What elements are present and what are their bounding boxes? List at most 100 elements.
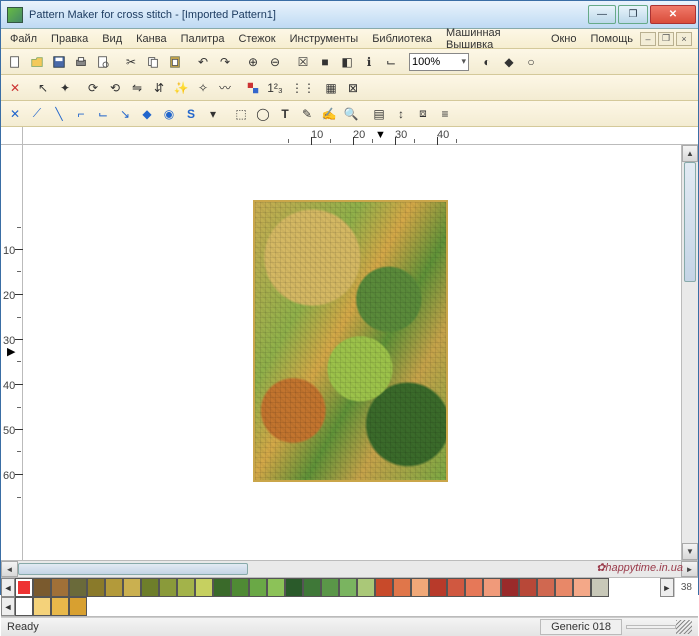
- minimize-button[interactable]: —: [588, 5, 616, 24]
- arrow-down-icon[interactable]: ↘: [115, 104, 135, 124]
- menu-palette[interactable]: Палитра: [174, 31, 232, 47]
- color-swatch[interactable]: [555, 578, 573, 597]
- color-swatch[interactable]: [447, 578, 465, 597]
- text-tool-icon[interactable]: T: [275, 104, 295, 124]
- grid-toggle-icon[interactable]: ▦: [321, 78, 341, 98]
- layout-d-icon[interactable]: ≡: [435, 104, 455, 124]
- layout-c-icon[interactable]: ⧈: [413, 104, 433, 124]
- cut-button[interactable]: ✂: [121, 52, 141, 72]
- color-swatch[interactable]: [213, 578, 231, 597]
- undo-button[interactable]: ↶: [193, 52, 213, 72]
- zoom-combo[interactable]: 100%: [409, 53, 469, 71]
- menu-stitch[interactable]: Стежок: [231, 31, 282, 47]
- tool-a-icon[interactable]: ◐: [477, 52, 497, 72]
- scroll-right-button[interactable]: ►: [681, 561, 698, 577]
- color-swatch[interactable]: [177, 578, 195, 597]
- quarter-icon[interactable]: ⌐: [71, 104, 91, 124]
- color-swatch[interactable]: [519, 578, 537, 597]
- redo-button[interactable]: ↷: [215, 52, 235, 72]
- scroll-track[interactable]: [18, 561, 681, 577]
- layout-a-icon[interactable]: ▤: [369, 104, 389, 124]
- sparkle2-icon[interactable]: ✧: [193, 78, 213, 98]
- color-swatch[interactable]: [591, 578, 609, 597]
- color-swatch[interactable]: [141, 578, 159, 597]
- french-knot-icon[interactable]: ◆: [137, 104, 157, 124]
- menu-window[interactable]: Окно: [544, 31, 584, 47]
- flip-v-icon[interactable]: ⇵: [149, 78, 169, 98]
- mdi-minimize-button[interactable]: –: [640, 32, 656, 46]
- menu-edit[interactable]: Правка: [44, 31, 95, 47]
- color-swatch[interactable]: [303, 578, 321, 597]
- color-swatch[interactable]: [411, 578, 429, 597]
- save-button[interactable]: [49, 52, 69, 72]
- new-button[interactable]: [5, 52, 25, 72]
- color-swatch[interactable]: [465, 578, 483, 597]
- color-swatch[interactable]: [15, 597, 33, 616]
- color-swatch[interactable]: [105, 578, 123, 597]
- color-swatch[interactable]: [33, 578, 51, 597]
- mdi-close-button[interactable]: ×: [676, 32, 692, 46]
- color-swatch[interactable]: [429, 578, 447, 597]
- color-swatch[interactable]: [231, 578, 249, 597]
- vertical-scrollbar[interactable]: ▲ ▼: [681, 145, 698, 560]
- copy-button[interactable]: [143, 52, 163, 72]
- color-swatch[interactable]: [285, 578, 303, 597]
- color-swatch[interactable]: [483, 578, 501, 597]
- color-swatch[interactable]: [69, 597, 87, 616]
- menu-tools[interactable]: Инструменты: [283, 31, 366, 47]
- print-preview-button[interactable]: [93, 52, 113, 72]
- layout-b-icon[interactable]: ↕: [391, 104, 411, 124]
- sparkle-icon[interactable]: ✨: [171, 78, 191, 98]
- color-swatch[interactable]: [375, 578, 393, 597]
- scroll-down-button[interactable]: ▼: [682, 543, 698, 560]
- magnify-icon[interactable]: 🔍: [341, 104, 361, 124]
- scroll-thumb[interactable]: [684, 162, 696, 282]
- color-swatch[interactable]: [393, 578, 411, 597]
- grid-dots-icon[interactable]: ⋮⋮: [293, 78, 313, 98]
- palette-prev-button[interactable]: ◄: [1, 578, 15, 597]
- rotate-ccw-icon[interactable]: ⟲: [105, 78, 125, 98]
- print-button[interactable]: [71, 52, 91, 72]
- menu-help[interactable]: Помощь: [584, 31, 641, 47]
- pencil-icon[interactable]: ✎: [297, 104, 317, 124]
- color-swatch[interactable]: [573, 578, 591, 597]
- color-sample-icon[interactable]: [243, 78, 263, 98]
- color-swatch[interactable]: [267, 578, 285, 597]
- color-swatch[interactable]: [501, 578, 519, 597]
- select-rect-icon[interactable]: ⬚: [231, 104, 251, 124]
- color-swatch[interactable]: [159, 578, 177, 597]
- menu-library[interactable]: Библиотека: [365, 31, 439, 47]
- canvas[interactable]: [23, 145, 681, 560]
- zoom-in-button[interactable]: ⊕: [243, 52, 263, 72]
- menu-file[interactable]: Файл: [3, 31, 44, 47]
- backstitch-icon[interactable]: ╲: [49, 104, 69, 124]
- color-swatch[interactable]: [15, 578, 33, 597]
- menu-view[interactable]: Вид: [95, 31, 129, 47]
- special-stitch-icon[interactable]: S: [181, 104, 201, 124]
- wave-icon[interactable]: 〰: [215, 78, 235, 98]
- three-quarter-icon[interactable]: ⌙: [93, 104, 113, 124]
- palette-prev-button[interactable]: ◄: [1, 597, 15, 616]
- maximize-button[interactable]: ❐: [618, 5, 648, 24]
- mdi-restore-button[interactable]: ❐: [658, 32, 674, 46]
- menu-machine[interactable]: Машинная Вышивка: [439, 25, 544, 53]
- paste-button[interactable]: [165, 52, 185, 72]
- menu-canvas[interactable]: Канва: [129, 31, 173, 47]
- color-swatch[interactable]: [87, 578, 105, 597]
- scroll-left-button[interactable]: ◄: [1, 561, 18, 577]
- select-star-icon[interactable]: ✦: [55, 78, 75, 98]
- color-swatch[interactable]: [249, 578, 267, 597]
- color-swatch[interactable]: [51, 578, 69, 597]
- scroll-up-button[interactable]: ▲: [682, 145, 698, 162]
- color-swatch[interactable]: [537, 578, 555, 597]
- color-swatch[interactable]: [51, 597, 69, 616]
- color-swatch[interactable]: [33, 597, 51, 616]
- zoom-out-button[interactable]: ⊖: [265, 52, 285, 72]
- select-arrow-icon[interactable]: ↖: [33, 78, 53, 98]
- color-usage-icon[interactable]: 1²₃: [265, 78, 285, 98]
- color-swatch[interactable]: [339, 578, 357, 597]
- resize-grip-icon[interactable]: [676, 620, 692, 634]
- tool-c-icon[interactable]: ○: [521, 52, 541, 72]
- stitch-mode-line-icon[interactable]: ⌙: [381, 52, 401, 72]
- palette-next-button[interactable]: ►: [660, 578, 674, 597]
